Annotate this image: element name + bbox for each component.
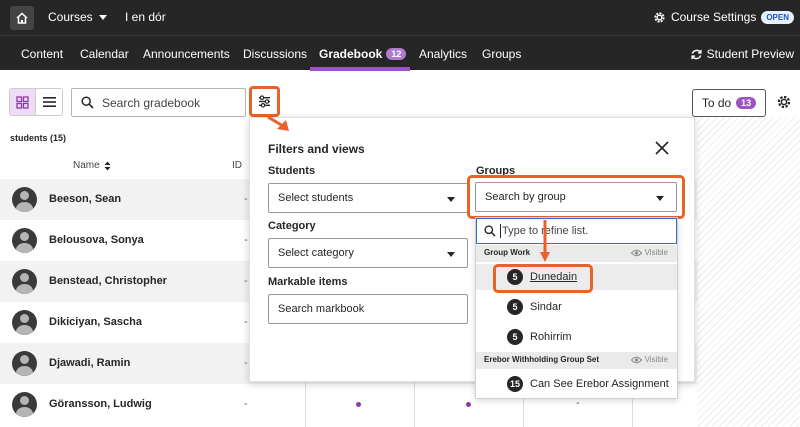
arrow-filter-to-panel-head: [277, 120, 289, 131]
arrow-filter-to-panel: [267, 115, 284, 128]
arrow-groups-to-option-head: [540, 252, 550, 262]
annotation-arrows: [267, 115, 550, 262]
